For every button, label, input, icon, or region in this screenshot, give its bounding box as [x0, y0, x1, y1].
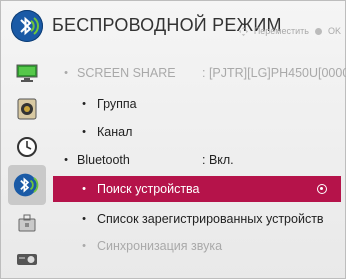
list-item-channel[interactable]: • Канал	[53, 119, 341, 145]
picture-icon	[16, 64, 38, 82]
bullet: •	[82, 126, 86, 138]
sidebar-item-lock[interactable]	[8, 203, 46, 243]
sidebar-item-picture[interactable]	[8, 53, 46, 93]
list-item-bluetooth[interactable]: • Bluetooth : Вкл.	[53, 147, 341, 173]
time-icon	[17, 137, 37, 157]
bullet: •	[82, 240, 86, 252]
registered-devices-label: Список зарегистрированных устройств	[97, 212, 324, 226]
list-item-sound-sync: • Синхронизация звука	[53, 233, 341, 259]
bullet: •	[82, 213, 86, 225]
projector-icon	[17, 254, 37, 265]
bullet: •	[64, 67, 68, 79]
sidebar-item-projector[interactable]	[8, 239, 46, 279]
list-item-group[interactable]: • Группа	[53, 91, 341, 117]
sound-sync-label: Синхронизация звука	[97, 239, 223, 253]
sound-icon	[17, 98, 37, 120]
list-item-search-devices[interactable]: • Поиск устройства	[53, 176, 341, 202]
channel-label: Канал	[97, 125, 133, 139]
category-sidebar	[8, 53, 46, 276]
bullet: •	[82, 98, 86, 110]
bluetooth-label: Bluetooth	[77, 153, 130, 167]
sidebar-item-bluetooth[interactable]	[8, 165, 46, 205]
navigation-hint: Переместить OK	[239, 26, 341, 37]
sidebar-item-time[interactable]	[8, 127, 46, 167]
screen-share-label: SCREEN SHARE	[77, 66, 176, 80]
screen-share-value: : [PJTR][LG]PH450U[0000]	[202, 66, 346, 80]
settings-list: • SCREEN SHARE : [PJTR][LG]PH450U[0000] …	[53, 55, 346, 275]
search-devices-label: Поиск устройства	[97, 182, 200, 196]
ok-button-icon	[315, 27, 323, 35]
move-arrows-icon	[239, 27, 249, 37]
hint-ok-label: OK	[327, 26, 341, 36]
wireless-mode-panel: БЕСПРОВОДНОЙ РЕЖИМ Переместить OK • SCRE…	[0, 0, 346, 279]
bluetooth-symbol-icon	[20, 16, 39, 36]
selected-radio-icon	[317, 184, 327, 194]
panel-header: БЕСПРОВОДНОЙ РЕЖИМ Переместить OK	[1, 1, 346, 49]
bluetooth-value: : Вкл.	[202, 153, 234, 167]
bullet: •	[82, 183, 86, 195]
bullet: •	[64, 154, 68, 166]
lock-icon	[18, 214, 36, 232]
hint-move-label: Переместить	[253, 26, 309, 36]
list-item-registered-devices[interactable]: • Список зарегистрированных устройств	[53, 206, 341, 232]
screen: БЕСПРОВОДНОЙ РЕЖИМ Переместить OK • SCRE…	[0, 0, 346, 279]
group-label: Группа	[97, 97, 137, 111]
bluetooth-app-icon	[11, 10, 43, 42]
sidebar-item-sound[interactable]	[8, 89, 46, 129]
bluetooth-icon	[13, 173, 39, 197]
list-item-screen-share: • SCREEN SHARE : [PJTR][LG]PH450U[0000]	[53, 60, 346, 86]
